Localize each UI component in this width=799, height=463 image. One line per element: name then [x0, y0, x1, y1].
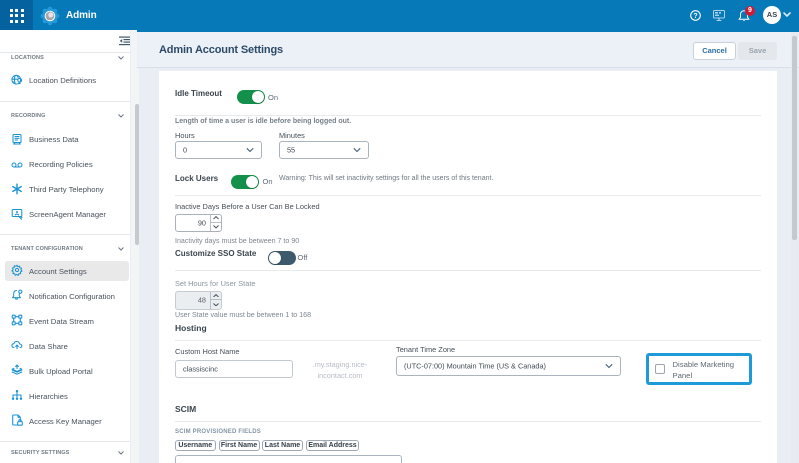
svg-text:?: ?	[693, 13, 697, 20]
